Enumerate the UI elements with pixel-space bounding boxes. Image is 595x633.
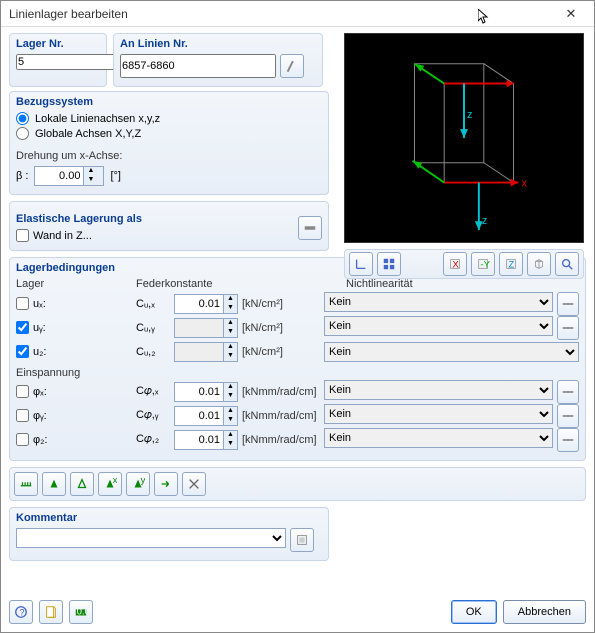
phiz-check[interactable] — [16, 433, 29, 446]
phiz-opt[interactable] — [557, 428, 579, 452]
an-linien-group: An Linien Nr. — [113, 33, 323, 87]
svg-text:0.00: 0.00 — [77, 607, 88, 618]
beta-unit: [°] — [110, 170, 121, 182]
an-linien-label: An Linien Nr. — [120, 38, 316, 50]
row-ux: uₓ: Cᵤ,ₓ ▲▼ [kN/cm²] Kein — [16, 292, 579, 315]
row-uz: u₂: Cᵤ,₂ ▲▼ [kN/cm²] Kein — [16, 340, 579, 363]
uy-nonlin[interactable]: Kein — [324, 316, 553, 336]
phiz-nonlin[interactable]: Kein — [324, 428, 553, 448]
elastische-title: Elastische Lagerung als — [16, 213, 290, 225]
svg-text:X: X — [452, 260, 459, 271]
lager-nr-group: Lager Nr. — [9, 33, 107, 87]
drehung-label: Drehung um x-Achse: — [16, 150, 322, 162]
view-zoom-button[interactable] — [555, 252, 579, 276]
titlebar: Linienlager bearbeiten ✕ — [1, 1, 594, 27]
window-title: Linienlager bearbeiten — [9, 7, 556, 21]
row-phix: φₓ: C𝜑,ₓ ▲▼ [kNmm/rad/cm] Kein — [16, 380, 579, 403]
lager-nr-label: Lager Nr. — [16, 38, 100, 50]
phix-check[interactable] — [16, 385, 29, 398]
phix-opt[interactable] — [557, 380, 579, 404]
kommentar-group: Kommentar — [9, 507, 329, 561]
ux-check[interactable] — [16, 297, 29, 310]
svg-text:x: x — [113, 477, 117, 486]
view-grid-button[interactable] — [377, 252, 401, 276]
beta-label: β : — [16, 170, 28, 182]
an-linien-input[interactable] — [120, 54, 276, 78]
preset-5[interactable]: y — [126, 472, 150, 496]
bezug-title: Bezugssystem — [16, 96, 322, 108]
uy-opt[interactable] — [557, 316, 579, 340]
preset-3[interactable] — [70, 472, 94, 496]
lagerbed-group: Lagerbedingungen Lager Federkonstante Ni… — [9, 257, 586, 461]
footer: ? 0.00 OK Abbrechen — [9, 600, 586, 624]
preview-viewport[interactable]: z x z — [344, 33, 584, 243]
kommentar-title: Kommentar — [16, 512, 322, 524]
phix-value[interactable]: ▲▼ — [174, 382, 238, 402]
preset-1[interactable] — [14, 472, 38, 496]
uy-value: ▲▼ — [174, 318, 238, 338]
preset-2[interactable] — [42, 472, 66, 496]
radio-global-input[interactable] — [16, 127, 29, 140]
svg-text:-Y: -Y — [480, 260, 490, 271]
wand-checkbox[interactable]: Wand in Z... — [16, 229, 290, 242]
phiy-value[interactable]: ▲▼ — [174, 406, 238, 426]
view-iso-button[interactable] — [527, 252, 551, 276]
radio-lokal[interactable]: Lokale Linienachsen x,y,z — [16, 112, 322, 125]
elastische-group: Elastische Lagerung als Wand in Z... — [9, 201, 329, 251]
phiz-value[interactable]: ▲▼ — [174, 430, 238, 450]
phiy-opt[interactable] — [557, 404, 579, 428]
svg-text:x: x — [521, 178, 527, 190]
ux-value[interactable]: ▲▼ — [174, 294, 238, 314]
svg-text:Z: Z — [508, 260, 514, 271]
ux-nonlin[interactable]: Kein — [324, 292, 553, 312]
phix-nonlin[interactable]: Kein — [324, 380, 553, 400]
svg-text:?: ? — [19, 608, 24, 619]
view-toolstrip: X -Y Z — [344, 249, 584, 279]
uz-check[interactable] — [16, 345, 29, 358]
beta-spinner[interactable]: ▲▼ — [83, 167, 97, 185]
phiy-check[interactable] — [16, 409, 29, 422]
kommentar-select[interactable] — [16, 528, 286, 548]
svg-text:z: z — [482, 215, 487, 227]
preset-7[interactable] — [182, 472, 206, 496]
svg-text:y: y — [141, 477, 145, 486]
preset-strip: x y — [9, 467, 586, 501]
view-y-button[interactable]: -Y — [471, 252, 495, 276]
uy-check[interactable] — [16, 321, 29, 334]
row-phiy: φᵧ: C𝜑,ᵧ ▲▼ [kNmm/rad/cm] Kein — [16, 404, 579, 427]
close-icon[interactable]: ✕ — [556, 6, 586, 22]
uz-nonlin[interactable]: Kein — [324, 342, 579, 362]
preset-6[interactable] — [154, 472, 178, 496]
svg-text:z: z — [467, 109, 472, 121]
view-x-button[interactable]: X — [443, 252, 467, 276]
uz-value: ▲▼ — [174, 342, 238, 362]
elastische-settings-button[interactable] — [298, 216, 322, 240]
note-button[interactable] — [39, 600, 63, 624]
units-button[interactable]: 0.00 — [69, 600, 93, 624]
row-phiz: φ₂: C𝜑,₂ ▲▼ [kNmm/rad/cm] Kein — [16, 428, 579, 451]
preset-4[interactable]: x — [98, 472, 122, 496]
view-z-button[interactable]: Z — [499, 252, 523, 276]
phiy-nonlin[interactable]: Kein — [324, 404, 553, 424]
help-button[interactable]: ? — [9, 600, 33, 624]
view-axes-button[interactable] — [349, 252, 373, 276]
pick-lines-button[interactable] — [280, 54, 304, 78]
radio-global[interactable]: Globale Achsen X,Y,Z — [16, 127, 322, 140]
cancel-button[interactable]: Abbrechen — [503, 600, 586, 624]
kommentar-button[interactable] — [290, 528, 314, 552]
row-uy: uᵧ: Cᵤ,ᵧ ▲▼ [kN/cm²] Kein — [16, 316, 579, 339]
radio-lokal-input[interactable] — [16, 112, 29, 125]
ux-opt[interactable] — [557, 292, 579, 316]
bezugssystem-group: Bezugssystem Lokale Linienachsen x,y,z G… — [9, 91, 329, 195]
ok-button[interactable]: OK — [451, 600, 497, 624]
beta-field[interactable]: ▲▼ — [34, 166, 104, 186]
